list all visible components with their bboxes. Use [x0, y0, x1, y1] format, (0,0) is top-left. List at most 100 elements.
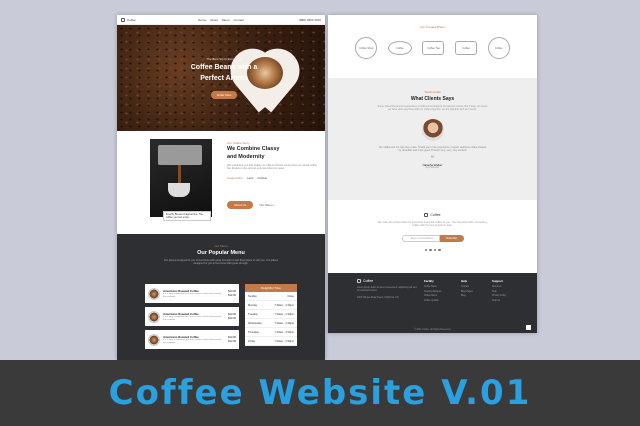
- hours-title: Delightful Time: [245, 284, 297, 292]
- banner-title: Coffee Website V.01: [108, 373, 532, 413]
- about-list: Cappuccino Latte Robbie: [227, 176, 317, 180]
- hours-day: Monday: [248, 303, 258, 307]
- about-section: Freshly Brewed Cappuccino. The coffee yo…: [117, 131, 325, 231]
- menu-item[interactable]: Americano Roasted Coffee It is a long est…: [145, 284, 239, 303]
- coffee-cup-icon: [148, 310, 160, 323]
- instagram-icon[interactable]: [433, 248, 436, 252]
- brand-logo[interactable]: Coffee: [121, 17, 161, 22]
- about-list-item: Cappuccino: [227, 175, 243, 180]
- hours-row: Wednesday 7.30am - 4.30pm: [245, 319, 297, 328]
- title-banner: Coffee Website V.01: [0, 360, 640, 426]
- menu-section: Our Menu Our Popular Menu Our places des…: [117, 234, 325, 360]
- hours-day: Friday: [248, 339, 256, 343]
- newsletter-section: Coffee We make the perfect place for gre…: [328, 200, 537, 273]
- footer-column-help: Help Contact Blog Pages Blog: [461, 279, 487, 300]
- nav-item-about[interactable]: About: [210, 18, 218, 22]
- hours-time: 7.30am - 4.30pm: [274, 312, 294, 316]
- hero-text: The Best Sip in Every Cup Coffee Beans w…: [179, 57, 269, 101]
- nav-menu: Home About Menu Contact: [161, 18, 281, 22]
- site-footer: Coffee Lorem ipsum dolor sit amet consec…: [328, 273, 537, 333]
- hours-time: 7.30am - 4.30pm: [274, 321, 294, 325]
- nav-item-contact[interactable]: Contact: [234, 18, 244, 22]
- brand-logo: Coffee: [387, 41, 412, 55]
- footer-link[interactable]: Coffee Menu: [424, 295, 450, 297]
- menu-item-desc: It is a long established fact that a rea…: [163, 315, 222, 321]
- hours-day: Sunday: [248, 294, 257, 298]
- nav-item-home[interactable]: Home: [198, 18, 206, 22]
- about-list-item: Latte: [246, 175, 254, 180]
- footer-link[interactable]: Contact: [461, 286, 487, 288]
- testimonials-section: Testimonials What Clients Says Some rese…: [328, 78, 537, 200]
- about-us-button[interactable]: About Us: [227, 201, 254, 209]
- hours-day: Wednesday: [248, 321, 262, 325]
- footer-link[interactable]: Coffee Bean: [424, 286, 450, 288]
- twitter-icon[interactable]: [429, 248, 432, 252]
- footer-link[interactable]: Blog: [461, 295, 487, 297]
- testimonials-subtitle: Testimonials: [424, 90, 441, 94]
- about-heading-1: We Combine Classy: [227, 146, 280, 152]
- footer-link[interactable]: Cooking Recipes: [424, 291, 450, 293]
- preview-stage: Coffee Home About Menu Contact (888) 380…: [0, 0, 640, 360]
- copyright: © 2021 Coffee. All Rights Reserved.: [414, 329, 451, 331]
- nav-item-menu[interactable]: Menu: [222, 18, 230, 22]
- hours-row: Friday 7.30am - 4.30pm: [245, 337, 297, 346]
- hours-time: Close: [287, 294, 294, 298]
- coffee-cup-icon: [424, 213, 429, 217]
- testimonial-role: Guy Marketer: [425, 166, 440, 169]
- menu-item[interactable]: Americano Roasted Coffee It is a long est…: [145, 307, 239, 326]
- footer-link[interactable]: Help Us: [492, 300, 518, 302]
- email-input[interactable]: Enter email address: [401, 234, 440, 242]
- menu-item-price: $10.00: [228, 290, 236, 293]
- nav-phone[interactable]: (888) 3809 3620: [281, 18, 321, 22]
- newsletter-paragraph: We make the perfect place for great food…: [377, 221, 488, 228]
- hours-row: Monday 7.30am - 4.30pm: [245, 301, 297, 310]
- hours-day: Tuesday: [248, 312, 258, 316]
- hero-section: The Best Sip in Every Cup Coffee Beans w…: [117, 25, 325, 131]
- footer-link[interactable]: About Us: [492, 286, 518, 288]
- testimonials-paragraph: Some researchers and researchers at coff…: [377, 105, 488, 112]
- menu-item-price-2: $12.00: [228, 339, 236, 343]
- right-page-preview: Our Trusted Brand Coffee Shop Coffee Cof…: [328, 15, 537, 333]
- brand-name: Coffee: [127, 17, 136, 22]
- brand-logo: Coffee Shop: [355, 37, 378, 59]
- footer-link[interactable]: Help: [492, 291, 518, 293]
- footer-column-facility: Facility Coffee Bean Cooking Recipes Cof…: [424, 279, 450, 304]
- brand-logo: Coffee: [455, 41, 478, 55]
- menu-item-desc: It is a long established fact that a rea…: [163, 338, 222, 344]
- footer-about: Lorem ipsum dolor sit amet consectetur, …: [357, 287, 417, 293]
- scroll-top-button[interactable]: [526, 325, 531, 330]
- brands-subtitle: Our Trusted Brand: [420, 25, 445, 29]
- menu-heading: Our Popular Menu: [197, 250, 245, 256]
- testimonials-heading: What Clients Says: [410, 96, 455, 102]
- newsletter-form: Enter email address Subscribe: [328, 234, 537, 242]
- menu-item-price-2: $12.00: [228, 293, 236, 297]
- order-now-button[interactable]: Order Now: [210, 91, 238, 99]
- social-links: [328, 248, 537, 252]
- newsletter-brand: Coffee: [328, 200, 537, 217]
- menu-item[interactable]: Americano Roasted Coffee It is a long est…: [145, 330, 239, 349]
- our-menu-link[interactable]: Our Menu ›: [259, 203, 274, 207]
- quote-icon: “: [431, 155, 434, 162]
- espresso-machine-image: [150, 139, 212, 217]
- menu-item-price-2: $12.00: [228, 316, 236, 320]
- footer-link[interactable]: Privacy Policy: [492, 295, 518, 297]
- menu-subtitle: Our Menu: [214, 244, 228, 248]
- linkedin-icon[interactable]: [438, 248, 441, 252]
- hours-time: 7.30am - 4.30pm: [274, 339, 294, 343]
- hours-time: 7.30am - 4.30pm: [274, 330, 294, 334]
- avatar: [421, 118, 444, 141]
- menu-item-list: Americano Roasted Coffee It is a long est…: [145, 284, 239, 353]
- hero-headline-2: Perfect Aroma: [200, 75, 248, 82]
- brands-section: Our Trusted Brand Coffee Shop Coffee Cof…: [328, 15, 537, 78]
- testimonial-quote: Our coffee and the way they make. Thank …: [378, 145, 487, 153]
- hours-time: 7.30am - 4.30pm: [274, 303, 294, 307]
- subscribe-button[interactable]: Subscribe: [439, 234, 464, 242]
- facebook-icon[interactable]: [424, 248, 427, 252]
- newsletter-brand-name: Coffee: [430, 213, 441, 217]
- footer-link[interactable]: Coffee Quality: [424, 300, 450, 302]
- about-heading-2: and Modernity: [227, 154, 265, 160]
- footer-column-title: Facility: [424, 279, 434, 283]
- about-list-item: Robbie: [257, 175, 268, 180]
- footer-link[interactable]: Blog Pages: [461, 291, 487, 293]
- footer-brand[interactable]: Coffee: [357, 279, 417, 283]
